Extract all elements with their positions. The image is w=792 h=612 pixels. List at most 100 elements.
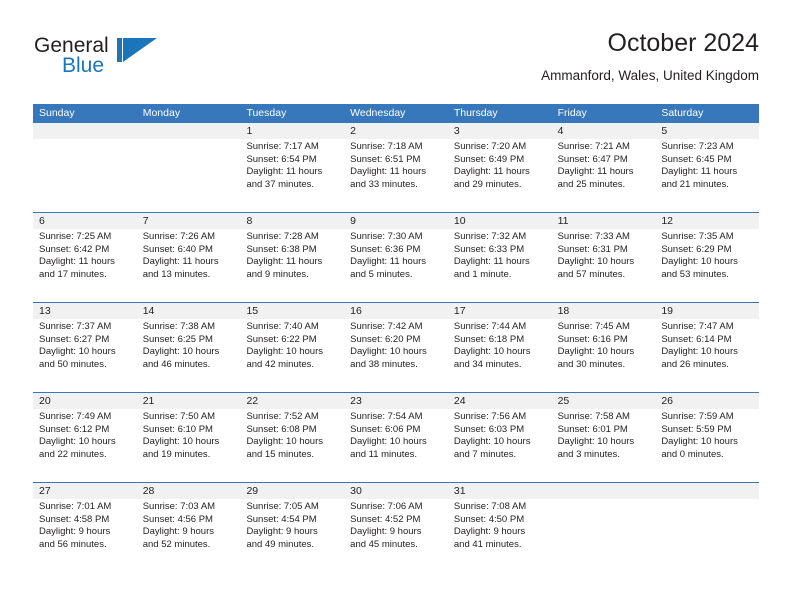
daylight-text-line2: and 50 minutes.	[39, 358, 107, 370]
calendar-day-cell[interactable]: 15 Sunrise: 7:40 AM Sunset: 6:22 PM Dayligh…	[240, 303, 344, 392]
day-number: 22	[246, 395, 259, 407]
day-number: 12	[661, 215, 673, 227]
day-number: 3	[453, 125, 460, 137]
calendar-day-cell[interactable]: 3 Sunrise: 7:20 AM Sunset: 6:49 PM Daylight…	[448, 123, 552, 212]
daylight-text-line1: Daylight: 11 hours	[142, 256, 219, 268]
day-sun-info: Sunrise: 7:08 AM Sunset: 4:50 PM Daylight:…	[454, 499, 552, 551]
calendar-day-cell[interactable]: 11 Sunrise: 7:33 AM Sunset: 6:31 PM Dayligh…	[552, 213, 656, 302]
calendar-day-cell[interactable]: 2 Sunrise: 7:18 AM Sunset: 6:51 PM Daylight…	[344, 123, 448, 212]
sunrise-text: Sunrise: 7:18 AM	[350, 141, 423, 152]
page-header: General Blue October 2024 Ammanford, Wal…	[33, 28, 759, 98]
sunrise-text: Sunrise: 7:17 AM	[246, 141, 319, 152]
daylight-text-line1: Daylight: 9 hours	[39, 526, 111, 538]
day-sun-info: Sunrise: 7:01 AM Sunset: 4:58 PM Daylight:…	[39, 499, 137, 551]
day-number: 10	[453, 215, 466, 227]
day-number: 14	[142, 305, 155, 317]
calendar-day-cell[interactable]: 6 Sunrise: 7:25 AM Sunset: 6:42 PM Daylight…	[33, 213, 137, 302]
daylight-text-line1: Daylight: 10 hours	[661, 256, 738, 268]
day-number: 18	[557, 305, 570, 317]
daylight-text-line2: and 34 minutes.	[453, 358, 522, 370]
daylight-text-line1: Daylight: 11 hours	[350, 166, 427, 178]
day-sun-info: Sunrise: 7:25 AM Sunset: 6:42 PM Daylight:…	[39, 229, 137, 281]
sunrise-text: Sunrise: 7:58 AM	[557, 411, 630, 422]
sunrise-text: Sunrise: 7:25 AM	[39, 231, 112, 242]
calendar-day-cell[interactable]: 13 Sunrise: 7:37 AM Sunset: 6:27 PM Dayligh…	[33, 303, 137, 392]
day-number: 8	[246, 215, 253, 227]
calendar-day-cell[interactable]: 29 Sunrise: 7:05 AM Sunset: 4:54 PM Dayligh…	[240, 483, 344, 572]
calendar-day-cell[interactable]: 31 Sunrise: 7:08 AM Sunset: 4:50 PM Dayligh…	[448, 483, 552, 572]
sunrise-text: Sunrise: 7:56 AM	[453, 411, 527, 422]
day-number: 1	[246, 125, 253, 137]
day-number: 9	[350, 215, 356, 227]
calendar-day-cell[interactable]: 9 Sunrise: 7:30 AM Sunset: 6:36 PM Daylight…	[344, 213, 448, 302]
calendar-day-cell[interactable]: 16 Sunrise: 7:42 AM Sunset: 6:20 PM Dayligh…	[344, 303, 448, 392]
sunset-text: Sunset: 4:54 PM	[246, 513, 317, 525]
daylight-text-line2: and 46 minutes.	[142, 358, 211, 370]
day-sun-info: Sunrise: 7:45 AM Sunset: 6:16 PM Daylight:…	[558, 319, 656, 371]
sunrise-text: Sunrise: 7:06 AM	[350, 501, 423, 512]
weekday-header-wednesday: Wednesday	[350, 107, 406, 119]
calendar-page: General Blue October 2024 Ammanford, Wal…	[0, 0, 792, 612]
calendar-day-cell[interactable]: 19 Sunrise: 7:47 AM Sunset: 6:14 PM Dayligh…	[655, 303, 759, 392]
calendar-day-cell[interactable]: 23 Sunrise: 7:54 AM Sunset: 6:06 PM Dayligh…	[344, 393, 448, 482]
calendar-week-row: 20 Sunrise: 7:49 AM Sunset: 6:12 PM Dayligh…	[33, 392, 759, 482]
day-sun-info: Sunrise: 7:33 AM Sunset: 6:31 PM Daylight:…	[558, 229, 656, 281]
calendar-day-cell[interactable]: 5 Sunrise: 7:23 AM Sunset: 6:45 PM Daylight…	[655, 123, 759, 212]
calendar-day-cell[interactable]: 24 Sunrise: 7:56 AM Sunset: 6:03 PM Dayligh…	[448, 393, 552, 482]
daylight-text-line2: and 7 minutes.	[453, 448, 517, 460]
calendar-day-cell[interactable]: 18 Sunrise: 7:45 AM Sunset: 6:16 PM Dayligh…	[552, 303, 656, 392]
daylight-text-line2: and 37 minutes.	[246, 178, 315, 190]
calendar-day-cell[interactable]: 26 Sunrise: 7:59 AM Sunset: 5:59 PM Dayligh…	[655, 393, 759, 482]
daylight-text-line1: Daylight: 10 hours	[661, 346, 738, 358]
day-number: 4	[557, 125, 564, 137]
calendar-day-cell[interactable]: 10 Sunrise: 7:32 AM Sunset: 6:33 PM Dayligh…	[448, 213, 552, 302]
calendar-day-cell[interactable]: 22 Sunrise: 7:52 AM Sunset: 6:08 PM Dayligh…	[240, 393, 344, 482]
calendar-day-cell[interactable]: 21 Sunrise: 7:50 AM Sunset: 6:10 PM Dayligh…	[137, 393, 241, 482]
day-number: 21	[142, 395, 155, 407]
daylight-text-line2: and 56 minutes.	[39, 538, 107, 550]
calendar-day-cell[interactable]: 28 Sunrise: 7:03 AM Sunset: 4:56 PM Dayligh…	[137, 483, 241, 572]
weekday-header-thursday: Thursday	[453, 107, 498, 119]
calendar-day-cell[interactable]: 17 Sunrise: 7:44 AM Sunset: 6:18 PM Dayligh…	[448, 303, 552, 392]
calendar-day-cell[interactable]: 8 Sunrise: 7:28 AM Sunset: 6:38 PM Daylight…	[240, 213, 344, 302]
calendar-day-cell[interactable]: 4 Sunrise: 7:21 AM Sunset: 6:47 PM Daylight…	[552, 123, 656, 212]
calendar-day-cell[interactable]: 30 Sunrise: 7:06 AM Sunset: 4:52 PM Dayligh…	[344, 483, 448, 572]
day-sun-info: Sunrise: 7:40 AM Sunset: 6:22 PM Daylight:…	[246, 319, 344, 371]
calendar-day-cell[interactable]: 25 Sunrise: 7:58 AM Sunset: 6:01 PM Dayligh…	[552, 393, 656, 482]
page-location: Ammanford, Wales, United Kingdom	[541, 68, 759, 83]
sunrise-text: Sunrise: 7:35 AM	[661, 231, 734, 242]
sunset-text: Sunset: 6:51 PM	[350, 153, 421, 165]
week-cells: 27 Sunrise: 7:01 AM Sunset: 4:58 PM Dayligh…	[33, 483, 759, 572]
daylight-text-line1: Daylight: 10 hours	[557, 346, 635, 358]
daylight-text-line1: Daylight: 10 hours	[142, 436, 220, 448]
daylight-text-line1: Daylight: 11 hours	[39, 256, 115, 268]
calendar-day-cell[interactable]: 20 Sunrise: 7:49 AM Sunset: 6:12 PM Dayligh…	[33, 393, 137, 482]
calendar-day-cell[interactable]: 14 Sunrise: 7:38 AM Sunset: 6:25 PM Dayligh…	[137, 303, 241, 392]
calendar-day-cell[interactable]: 27 Sunrise: 7:01 AM Sunset: 4:58 PM Dayligh…	[33, 483, 137, 572]
sunrise-text: Sunrise: 7:26 AM	[142, 231, 216, 242]
day-number: 29	[246, 485, 259, 497]
daylight-text-line1: Daylight: 11 hours	[453, 166, 530, 178]
general-blue-logo[interactable]: General Blue	[33, 34, 233, 90]
sunrise-text: Sunrise: 7:23 AM	[661, 141, 734, 152]
sunrise-text: Sunrise: 7:52 AM	[246, 411, 319, 422]
sunset-text: Sunset: 6:36 PM	[350, 243, 421, 255]
day-sun-info: Sunrise: 7:56 AM Sunset: 6:03 PM Daylight:…	[454, 409, 552, 461]
day-number: 6	[39, 215, 45, 227]
sunrise-text: Sunrise: 7:59 AM	[661, 411, 734, 422]
calendar-day-cell[interactable]: 7 Sunrise: 7:26 AM Sunset: 6:40 PM Daylight…	[137, 213, 241, 302]
daylight-text-line1: Daylight: 10 hours	[39, 436, 116, 448]
calendar-day-cell[interactable]: 12 Sunrise: 7:35 AM Sunset: 6:29 PM Dayligh…	[655, 213, 759, 302]
daylight-text-line2: and 49 minutes.	[246, 538, 315, 550]
daylight-text-line1: Daylight: 9 hours	[350, 526, 422, 538]
weekday-header-tuesday: Tuesday	[246, 107, 287, 119]
day-sun-info: Sunrise: 7:52 AM Sunset: 6:08 PM Daylight:…	[246, 409, 344, 461]
daylight-text-line1: Daylight: 10 hours	[557, 256, 635, 268]
sunset-text: Sunset: 6:40 PM	[142, 243, 213, 255]
day-sun-info: Sunrise: 7:42 AM Sunset: 6:20 PM Daylight:…	[350, 319, 448, 371]
calendar-day-cell[interactable]: 1 Sunrise: 7:17 AM Sunset: 6:54 PM Daylight…	[240, 123, 344, 212]
daylight-text-line2: and 45 minutes.	[350, 538, 418, 550]
weeks-container: 1 Sunrise: 7:17 AM Sunset: 6:54 PM Daylight…	[33, 123, 759, 572]
sunset-text: Sunset: 5:59 PM	[661, 423, 732, 435]
daylight-text-line2: and 26 minutes.	[661, 358, 729, 370]
